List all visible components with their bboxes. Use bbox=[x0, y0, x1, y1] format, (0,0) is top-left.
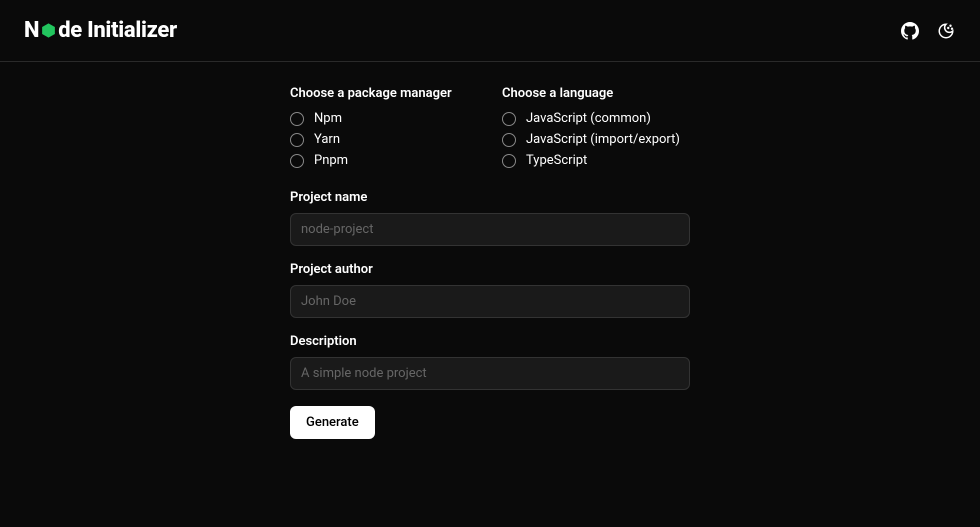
radio-label: JavaScript (common) bbox=[526, 111, 651, 126]
project-name-input[interactable] bbox=[290, 213, 690, 246]
radio-label: JavaScript (import/export) bbox=[526, 132, 680, 147]
radio-js-esm[interactable]: JavaScript (import/export) bbox=[502, 132, 690, 147]
project-author-input[interactable] bbox=[290, 285, 690, 318]
radio-circle-icon bbox=[502, 154, 516, 168]
language-group: Choose a language JavaScript (common) Ja… bbox=[502, 86, 690, 174]
project-name-field: Project name bbox=[290, 190, 690, 246]
project-name-label: Project name bbox=[290, 190, 690, 205]
radio-label: TypeScript bbox=[526, 153, 587, 168]
radio-typescript[interactable]: TypeScript bbox=[502, 153, 690, 168]
radio-npm[interactable]: Npm bbox=[290, 111, 478, 126]
project-author-label: Project author bbox=[290, 262, 690, 277]
language-label: Choose a language bbox=[502, 86, 690, 101]
radio-label: Npm bbox=[314, 111, 342, 126]
github-icon[interactable] bbox=[900, 21, 920, 41]
theme-toggle-icon[interactable] bbox=[936, 21, 956, 41]
description-label: Description bbox=[290, 334, 690, 349]
radio-yarn[interactable]: Yarn bbox=[290, 132, 478, 147]
main-form: Choose a package manager Npm Yarn Pnpm C… bbox=[290, 62, 690, 439]
description-field: Description bbox=[290, 334, 690, 390]
header: N de Initializer bbox=[0, 0, 980, 62]
package-manager-group: Choose a package manager Npm Yarn Pnpm bbox=[290, 86, 478, 174]
hexagon-icon bbox=[40, 22, 57, 39]
radio-label: Pnpm bbox=[314, 153, 348, 168]
radio-circle-icon bbox=[502, 112, 516, 126]
description-input[interactable] bbox=[290, 357, 690, 390]
radio-label: Yarn bbox=[314, 132, 340, 147]
radio-circle-icon bbox=[290, 112, 304, 126]
logo-text-before: N bbox=[24, 18, 39, 43]
header-actions bbox=[900, 21, 956, 41]
logo-text-after: de Initializer bbox=[58, 18, 177, 43]
radio-js-common[interactable]: JavaScript (common) bbox=[502, 111, 690, 126]
radio-row: Choose a package manager Npm Yarn Pnpm C… bbox=[290, 86, 690, 174]
generate-button[interactable]: Generate bbox=[290, 406, 375, 439]
package-manager-label: Choose a package manager bbox=[290, 86, 478, 101]
app-logo: N de Initializer bbox=[24, 18, 177, 43]
radio-circle-icon bbox=[290, 133, 304, 147]
project-author-field: Project author bbox=[290, 262, 690, 318]
radio-pnpm[interactable]: Pnpm bbox=[290, 153, 478, 168]
radio-circle-icon bbox=[502, 133, 516, 147]
radio-circle-icon bbox=[290, 154, 304, 168]
